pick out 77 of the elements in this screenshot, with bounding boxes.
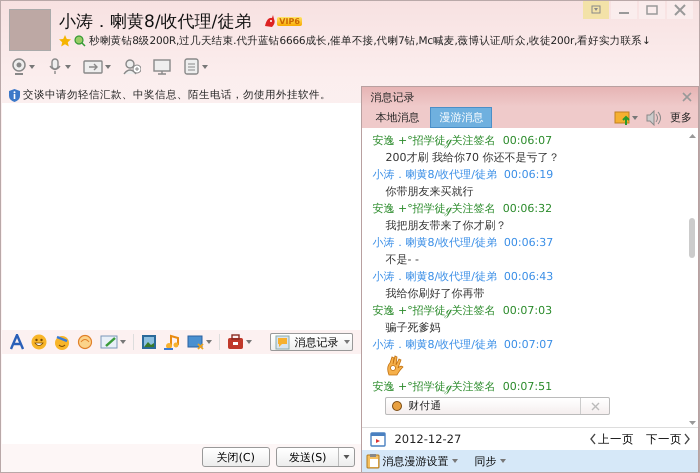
roaming-settings-button[interactable]: 消息漫游设置 xyxy=(366,453,458,469)
message-text: 你带朋友来买就行 xyxy=(384,184,474,200)
message-input-field[interactable] xyxy=(2,354,362,444)
scrollbar[interactable] xyxy=(686,132,698,427)
caret-icon xyxy=(246,340,252,344)
message-text: 我给你刷好了你再带 xyxy=(384,286,486,302)
caret-icon xyxy=(202,64,208,68)
font-icon[interactable] xyxy=(10,334,24,350)
toolbox-icon[interactable] xyxy=(227,334,244,350)
star-icon xyxy=(59,35,71,47)
caret-icon xyxy=(105,64,111,68)
webcam-icon[interactable] xyxy=(11,58,27,75)
message-header: 小涛．喇黄8/收代理/徒弟 00:07:07 xyxy=(372,337,554,353)
caret-icon xyxy=(206,340,212,344)
minimize-icon[interactable] xyxy=(611,1,637,19)
dropdown-icon[interactable] xyxy=(583,1,609,19)
caret-icon xyxy=(343,455,350,459)
chat-bubble-icon xyxy=(275,334,290,350)
shake-icon[interactable] xyxy=(77,334,93,350)
message-history-button[interactable]: 消息记录 xyxy=(270,333,354,351)
edit-image-icon[interactable] xyxy=(100,334,118,350)
caret-icon xyxy=(344,340,350,344)
message-header: 安逸 +°招学徒ℊ关注签名 00:06:32 xyxy=(372,201,554,217)
message-text: 200才刷 我给你70 你还不是亏了？ xyxy=(384,150,560,166)
scroll-up-icon[interactable] xyxy=(688,134,696,138)
message-header: 安逸 +°招学徒ℊ关注签名 00:07:03 xyxy=(372,303,554,319)
message-header: 小涛．喇黄8/收代理/徒弟 00:06:37 xyxy=(372,235,554,251)
add-contact-icon[interactable] xyxy=(123,58,141,75)
close-icon[interactable] xyxy=(590,402,600,410)
caret-icon xyxy=(452,459,458,463)
more-button[interactable]: 更多 xyxy=(670,110,692,125)
previous-page-button[interactable]: 上一页 xyxy=(590,432,634,446)
next-page-button[interactable]: 下一页 xyxy=(646,432,690,446)
message-header: 小涛．喇黄8/收代理/徒弟 00:06:19 xyxy=(372,167,554,183)
caret-icon xyxy=(500,459,506,463)
sync-button[interactable]: 同步 xyxy=(474,454,506,468)
close-icon[interactable] xyxy=(667,1,693,19)
close-icon[interactable] xyxy=(682,92,692,102)
export-icon[interactable] xyxy=(614,110,630,126)
caret-icon xyxy=(65,64,71,68)
caret-icon xyxy=(632,116,638,120)
document-icon[interactable] xyxy=(183,58,200,75)
signature-text: 秒喇黄钻8级200R,过几天结束.代升蓝钻6666成长,催单不接,代喇7钻,Mc喊麦,薇博认证/听众,收徒200r,看好实力联系↓ xyxy=(89,34,651,48)
screen-share-icon[interactable] xyxy=(153,58,171,75)
microphone-icon[interactable] xyxy=(47,58,63,75)
picture-icon[interactable] xyxy=(141,334,157,350)
close-button[interactable]: 关闭(C) xyxy=(202,447,270,467)
caret-icon xyxy=(29,64,35,68)
date-text: 2012-12-27 xyxy=(394,432,462,446)
speaker-icon[interactable] xyxy=(646,110,662,126)
maximize-icon[interactable] xyxy=(639,1,665,19)
music-icon[interactable] xyxy=(164,334,180,350)
message-header: 安逸 +°招学徒ℊ关注签名 00:07:51 xyxy=(372,379,554,395)
message-text: 骗子死爹妈 xyxy=(384,320,442,336)
caret-icon xyxy=(120,340,126,344)
panel-title: 消息记录 xyxy=(370,90,414,104)
chevron-right-icon xyxy=(684,433,690,445)
contact-name: 小涛．喇黄8/收代理/徒弟 xyxy=(59,10,252,32)
info-shield-icon xyxy=(9,88,20,102)
file-transfer-icon[interactable] xyxy=(83,58,103,75)
screenshot-icon[interactable] xyxy=(187,334,204,350)
vip-badge: VIP6 xyxy=(277,16,302,26)
message-header: 安逸 +°招学徒ℊ关注签名 00:06:07 xyxy=(372,133,554,149)
search-icon xyxy=(74,35,86,47)
message-header: 小涛．喇黄8/收代理/徒弟 00:06:43 xyxy=(372,269,554,285)
clipboard-icon xyxy=(366,453,380,469)
message-text: 不是- - xyxy=(384,252,420,268)
security-notice: 交谈中请勿轻信汇款、中奖信息、陌生电话，勿使用外挂软件。 xyxy=(23,88,331,102)
calendar-icon[interactable] xyxy=(370,431,386,447)
chevron-left-icon xyxy=(590,433,596,445)
card-title: 财付通 xyxy=(408,399,442,413)
message-text: 我把朋友带来了你才刷？ xyxy=(384,218,508,234)
history-tab[interactable]: 本地消息 xyxy=(367,108,428,127)
scroll-down-icon[interactable] xyxy=(688,421,696,425)
smiley-icon[interactable] xyxy=(31,334,47,350)
magic-face-icon[interactable] xyxy=(54,334,70,350)
ok-hand-icon xyxy=(385,355,406,376)
